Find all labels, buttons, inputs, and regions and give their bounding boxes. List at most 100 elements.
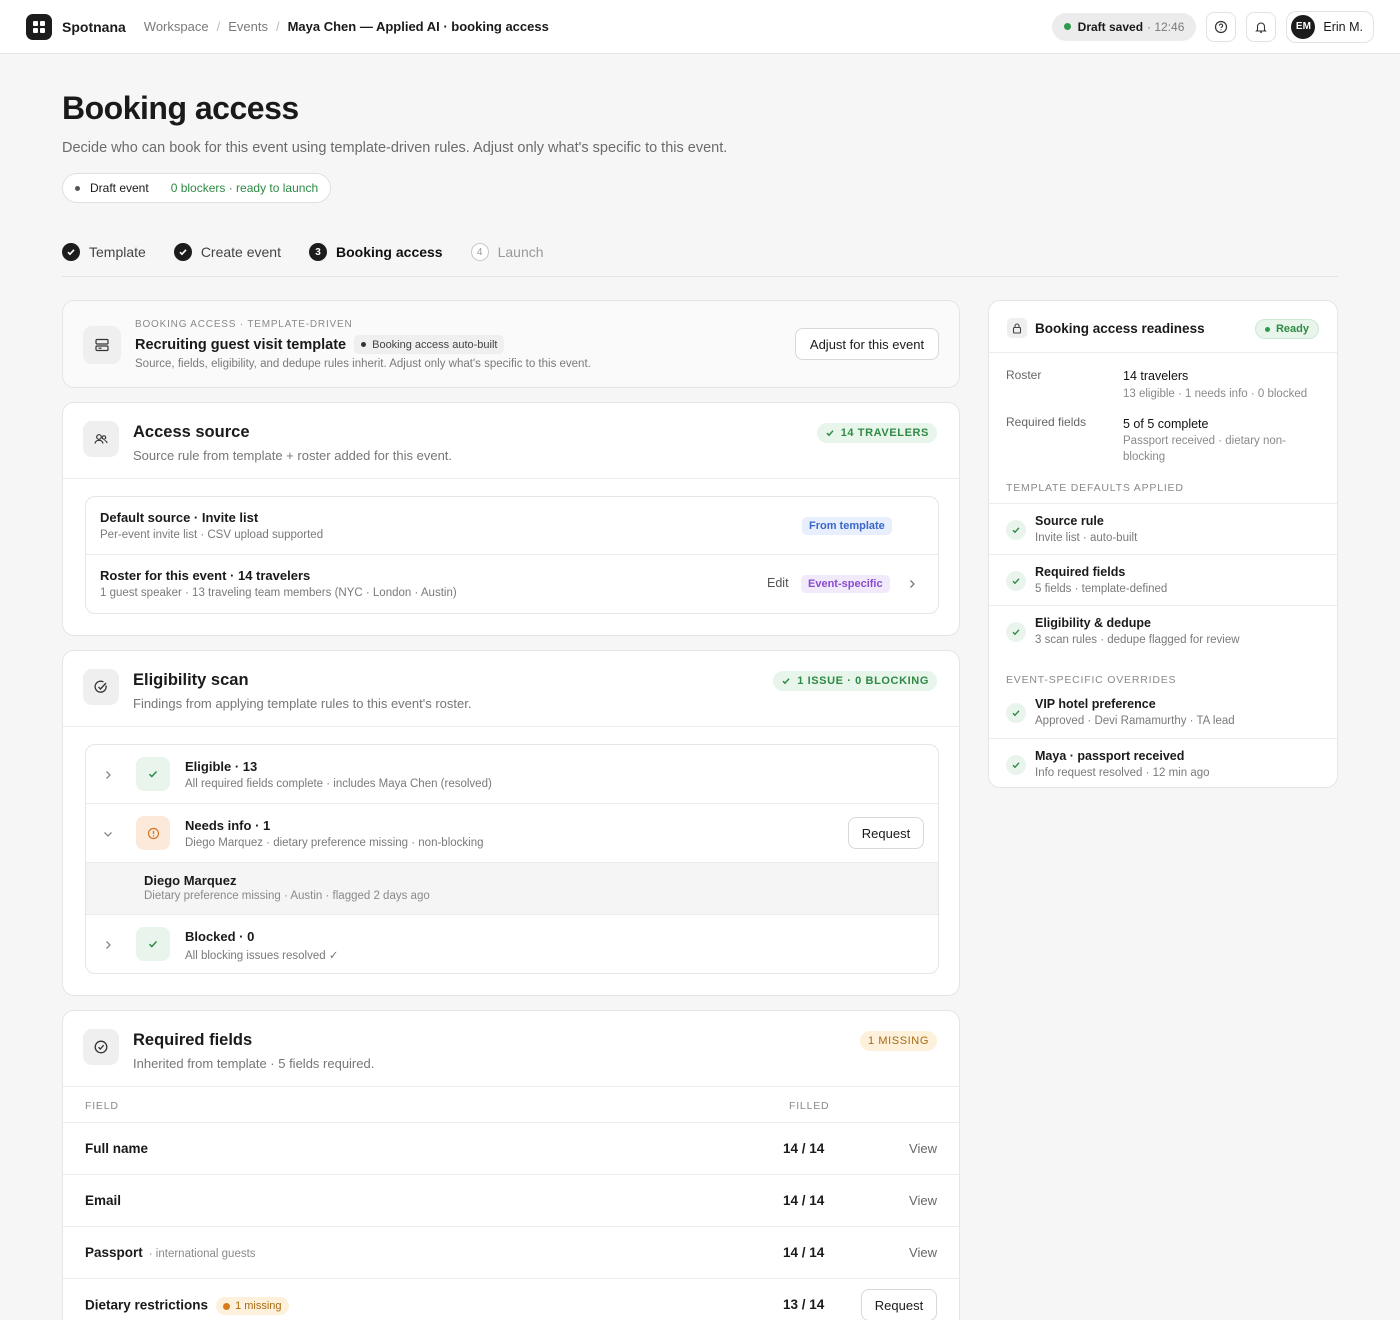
check-icon <box>1006 520 1026 540</box>
override-item: VIP hotel preference Approved · Devi Ram… <box>989 687 1337 738</box>
fields-value: 5 of 5 complete <box>1123 417 1209 431</box>
overrides-eyebrow: EVENT-SPECIFIC OVERRIDES <box>1006 674 1177 686</box>
ready-badge: Ready <box>1254 319 1319 339</box>
field-note: · international guests <box>148 1248 256 1260</box>
draft-saved-status: Draft saved · 12:46 <box>1051 12 1197 41</box>
item-subtitle: Info request resolved · 12 min ago <box>1035 767 1210 779</box>
readiness-panel: Booking access readiness Ready Roster 14… <box>988 300 1338 788</box>
section-title: Access source <box>133 423 250 441</box>
warning-icon <box>136 816 170 850</box>
item-subtitle: Invite list · auto-built <box>1035 532 1138 544</box>
breadcrumb-events[interactable]: Events <box>228 19 268 34</box>
users-icon <box>83 421 119 457</box>
view-link[interactable]: View <box>909 1141 937 1156</box>
traveler-detail: Dietary preference missing · Austin · fl… <box>144 890 430 902</box>
event-status-pill: Draft event 0 blockers · ready to launch <box>62 173 332 203</box>
required-fields-card: Required fields Inherited from template … <box>62 1010 960 1320</box>
field-name: Dietary restrictions <box>85 1297 209 1313</box>
fields-detail: Passport received · dietary non-blocking <box>1123 435 1286 463</box>
status-dot-icon <box>75 185 80 191</box>
check-icon <box>1006 622 1026 642</box>
source-row-roster[interactable]: Roster for this event · 14 travelers 1 g… <box>86 555 938 613</box>
row-title: Default source · Invite list <box>100 510 259 525</box>
status-dot-icon <box>1264 326 1270 332</box>
chevron-right-icon[interactable] <box>102 939 114 951</box>
page-subtitle: Decide who can book for this event using… <box>62 140 728 156</box>
step-label: Launch <box>497 244 544 260</box>
brand-name: Spotnana <box>62 18 126 35</box>
check-icon <box>136 927 170 961</box>
adjust-for-event-button[interactable]: Adjust for this event <box>795 328 939 360</box>
notifications-button[interactable] <box>1246 11 1277 42</box>
request-field-button[interactable]: Request <box>861 1289 937 1320</box>
column-header-filled: FILLED <box>789 1100 830 1112</box>
traveler-name: Diego Marquez <box>144 873 237 888</box>
user-name: Erin M. <box>1323 19 1363 34</box>
eligibility-list: Eligible · 13 All required fields comple… <box>85 744 939 974</box>
step-launch[interactable]: 4 Launch <box>470 243 544 261</box>
check-icon <box>173 243 192 261</box>
stepper: Template Create event 3 Booking access 4… <box>62 243 544 261</box>
default-item: Eligibility & dedupe 3 scan rules · dedu… <box>989 605 1337 656</box>
help-button[interactable] <box>1206 11 1237 42</box>
divider <box>62 276 1338 277</box>
breadcrumb-workspace[interactable]: Workspace <box>144 19 209 34</box>
field-name: Passport <box>85 1245 143 1260</box>
section-subtitle: Findings from applying template rules to… <box>133 696 472 711</box>
chevron-right-icon[interactable] <box>906 578 918 590</box>
check-icon <box>136 757 170 791</box>
row-subtitle: Per-event invite list · CSV upload suppo… <box>100 529 324 541</box>
edit-roster-link[interactable]: Edit <box>767 576 789 590</box>
auto-built-chip: Booking access auto-built <box>354 335 505 354</box>
row-title: Roster for this event · 14 travelers <box>100 568 311 583</box>
roster-value: 14 travelers <box>1123 369 1189 383</box>
section-title: Required fields <box>133 1031 253 1049</box>
template-description: Source, fields, eligibility, and dedupe … <box>135 358 591 370</box>
user-menu[interactable]: EM Erin M. <box>1286 10 1374 43</box>
template-eyebrow: BOOKING ACCESS · TEMPLATE-DRIVEN <box>135 319 353 330</box>
blocked-row[interactable]: Blocked · 0 All blocking issues resolved… <box>86 915 938 973</box>
draft-time: · 12:46 <box>1147 19 1185 34</box>
status-dot-icon <box>1063 23 1071 30</box>
eligibility-scan-card: Eligibility scan Findings from applying … <box>62 650 960 996</box>
view-link[interactable]: View <box>909 1193 937 1208</box>
event-status-label: Draft event <box>90 181 149 195</box>
row-title: Blocked · 0 <box>185 929 255 944</box>
needs-info-row[interactable]: Needs info · 1 Diego Marquez · dietary p… <box>86 804 938 863</box>
field-filled: 14 / 14 <box>783 1193 825 1208</box>
view-link[interactable]: View <box>909 1245 937 1260</box>
access-source-card: Access source Source rule from template … <box>62 402 960 636</box>
row-subtitle: All blocking issues resolved ✓ <box>185 950 339 962</box>
step-booking-access[interactable]: 3 Booking access <box>308 243 443 261</box>
table-row: Passport · international guests 14 / 14 V… <box>63 1227 959 1279</box>
step-template[interactable]: Template <box>62 243 146 261</box>
scan-check-icon <box>83 669 119 705</box>
step-label: Create event <box>200 244 281 260</box>
request-info-button[interactable]: Request <box>848 817 924 849</box>
chevron-down-icon[interactable] <box>102 828 114 840</box>
source-list: Default source · Invite list Per-event i… <box>85 496 939 614</box>
table-row: Dietary restrictions 1 missing 13 / 14 Re… <box>63 1279 959 1320</box>
table-header: FIELD FILLED <box>63 1087 959 1123</box>
field-name: Email <box>85 1193 122 1208</box>
step-number: 4 <box>470 243 489 261</box>
missing-chip: 1 missing <box>216 1297 289 1315</box>
check-icon <box>782 678 790 685</box>
breadcrumb: Workspace / Events / Maya Chen — Applied… <box>144 19 549 34</box>
draft-status-label: Draft saved <box>1077 19 1144 34</box>
check-icon <box>1006 703 1026 723</box>
section-title: Eligibility scan <box>133 671 249 689</box>
check-icon <box>1006 755 1026 775</box>
check-circle-icon <box>83 1029 119 1065</box>
chevron-right-icon[interactable] <box>102 769 114 781</box>
check-icon <box>62 243 80 261</box>
badge-label: 1 ISSUE · 0 BLOCKING <box>797 675 929 687</box>
item-title: Eligibility & dedupe <box>1035 616 1151 630</box>
row-subtitle: Diego Marquez · dietary preference missi… <box>185 837 484 849</box>
step-create-event[interactable]: Create event <box>173 243 281 261</box>
top-bar: Spotnana Workspace / Events / Maya Chen … <box>0 0 1400 54</box>
eligible-row[interactable]: Eligible · 13 All required fields comple… <box>86 745 938 804</box>
check-icon <box>826 430 834 437</box>
app-logo-icon[interactable] <box>26 13 52 40</box>
field-name: Full name <box>85 1141 149 1156</box>
